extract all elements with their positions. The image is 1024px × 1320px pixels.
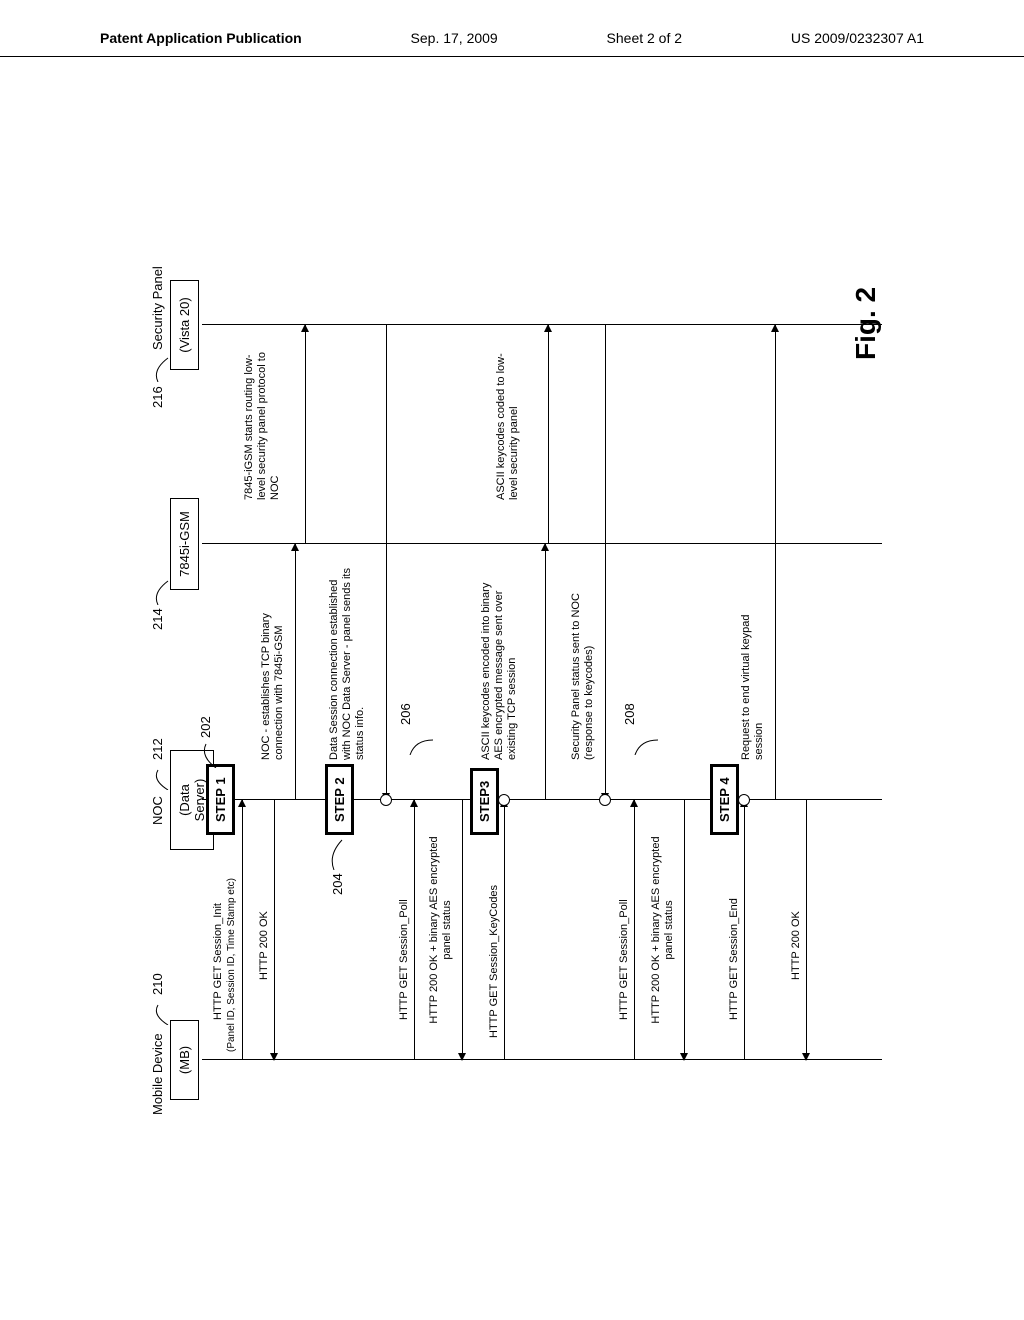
msg-noc-tcp: NOC - establishes TCP binary connection … [260,570,286,760]
arrow-m7 [462,800,463,1060]
msg-panel-status: Security Panel status sent to NOC (respo… [570,560,596,760]
step4-box: STEP 4 [710,764,739,835]
ref-curve-icon [198,738,218,768]
step1-box: STEP 1 [206,764,235,835]
arrow-m10 [548,325,549,544]
step3-box: STEP3 [470,768,499,835]
ref-curve-icon [326,836,346,870]
msg-end-virtual: Request to end virtual keypad session [740,580,766,760]
ref-security-panel: Security Panel [150,266,165,350]
header-date: Sep. 17, 2009 [411,30,498,46]
mobile-lifeline [202,1059,882,1060]
ref-210: 210 [150,973,165,995]
arrow-m2 [274,800,275,1060]
msg-data-session: Data Session connection established with… [328,560,368,760]
circle-icon [599,794,611,806]
header-publication: Patent Application Publication [100,30,302,46]
step2-box: STEP 2 [325,764,354,835]
msg-200ok-2: HTTP 200 OK [790,911,802,980]
arrow-m13 [605,325,606,800]
header-sheet: Sheet 2 of 2 [607,30,683,46]
ref-curve-icon [150,760,170,790]
arrow-m1 [242,800,243,1060]
circle-icon [380,794,392,806]
arrow-m3 [295,544,296,800]
msg-igsm-routing: 7845-iGSM starts routing low-level secur… [243,350,283,500]
arrow-m8 [504,800,505,1060]
arrow-m11 [634,800,635,1060]
arrow-m15 [806,800,807,1060]
sequence-diagram: Mobile Device 210 (MB) NOC 212 (Data Ser… [150,200,910,1160]
msg-200ok-1: HTTP 200 OK [258,911,270,980]
ref-216: 216 [150,386,165,408]
ref-208: 208 [622,703,637,725]
msg-200ok-binary-1: HTTP 200 OK + binary AES encrypted panel… [428,830,454,1030]
ref-202: 202 [198,716,213,738]
ref-mobile-device: Mobile Device [150,1033,165,1115]
msg-keycodes: HTTP GET Session_KeyCodes [488,885,500,1038]
msg-session-init: HTTP GET Session_Init [212,903,224,1020]
header-docnum: US 2009/0232307 A1 [791,30,924,46]
msg-poll-1: HTTP GET Session_Poll [398,899,410,1020]
msg-session-end: HTTP GET Session_End [728,898,740,1020]
ref-noc: NOC [150,796,165,825]
mobile-device-box: (MB) [170,1020,199,1100]
ref-206: 206 [398,703,413,725]
ref-curve-icon [150,352,170,382]
ref-curve-icon [150,995,170,1025]
arrow-m5 [305,325,306,544]
ref-204: 204 [330,873,345,895]
ref-curve-icon [150,575,170,605]
ref-212: 212 [150,738,165,760]
msg-ascii-panel: ASCII keycodes coded to low-level securi… [495,350,521,500]
circle-icon [498,794,510,806]
noc-lifeline [202,799,882,800]
msg-200ok-binary-2: HTTP 200 OK + binary AES encrypted panel… [650,830,676,1030]
msg-ascii-enc: ASCII keycodes encoded into binary AES e… [480,560,520,760]
msg-poll-2: HTTP GET Session_Poll [618,899,630,1020]
msg-session-init-detail: (Panel ID, Session ID, Time Stamp etc) [226,878,237,1052]
circle-icon [738,794,750,806]
arrow-m14 [744,800,745,1060]
ref-curve-icon [630,725,660,755]
arrow-m12 [684,800,685,1060]
panel-box: (Vista 20) [170,280,199,370]
arrow-m9 [545,544,546,800]
arrow-m6 [414,800,415,1060]
figure-label: Fig. 2 [850,287,882,360]
ref-curve-icon [405,725,435,755]
arrow-m16 [775,325,776,800]
arrow-m4 [386,325,387,800]
igsm-box: 7845i-GSM [170,498,199,590]
ref-214: 214 [150,608,165,630]
